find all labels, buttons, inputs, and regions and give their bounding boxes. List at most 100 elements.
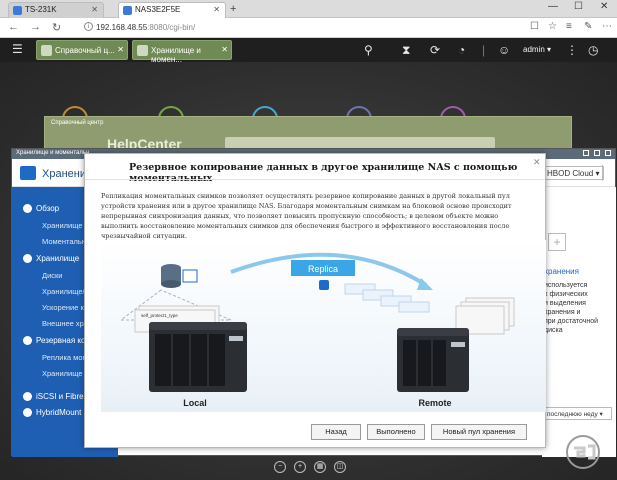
forward-icon[interactable]: → (30, 21, 41, 33)
qnap-favicon-icon (13, 6, 22, 15)
replica-label: Replica (308, 264, 338, 274)
sidebar-item-disks[interactable]: Диски (42, 271, 63, 280)
favorites-star-icon[interactable]: ☆ (548, 21, 557, 32)
sidebar-item-storage[interactable]: Хранилище (36, 254, 79, 263)
done-button[interactable]: Выполнено (367, 424, 425, 440)
watermark-logo (566, 435, 600, 469)
close-dialog-icon[interactable]: ✕ (533, 157, 541, 168)
hub-icon[interactable]: ≡ (566, 21, 572, 32)
close-window-icon[interactable] (605, 150, 611, 156)
add-pool-icon[interactable]: + (548, 233, 566, 251)
cloud-dropdown[interactable]: HBOD Cloud ▾ (542, 166, 605, 180)
sidebar-item-hybridmount[interactable]: HybridMount (36, 408, 81, 417)
right-pane-heading: хранения (544, 267, 579, 276)
right-pane-text: при достаточной (544, 318, 599, 325)
watermark-mark (574, 446, 586, 458)
iscsi-icon (23, 392, 32, 401)
restore-icon[interactable]: ◫ (334, 461, 346, 473)
window-title: Справочный центр (51, 120, 104, 126)
right-info-pane: + хранения используется х физических и в… (542, 187, 616, 457)
zoom-out-icon[interactable]: − (274, 461, 286, 473)
right-pane-text: диска (544, 327, 563, 334)
show-desktop-icon[interactable]: ▦ (314, 461, 326, 473)
browser-tab-ts231k[interactable]: TS-231K ✕ (8, 2, 104, 18)
close-tab-icon[interactable]: ✕ (221, 45, 228, 54)
drive-bay (433, 340, 446, 386)
hybridmount-icon (23, 408, 32, 417)
sync-icon[interactable]: ⟳ (430, 43, 440, 57)
qts-top-bar: ☰ Справочный ц... ✕ Хранилище и момен...… (0, 38, 617, 64)
back-button[interactable]: Назад (311, 424, 361, 440)
remote-nas-icon (397, 328, 469, 336)
site-info-icon[interactable]: i (84, 22, 93, 31)
right-pane-text: используется (544, 282, 588, 289)
dialog-title: Резервное копирование данных в другое хр… (129, 162, 518, 184)
back-icon[interactable]: ← (8, 21, 19, 33)
storage-app-icon (20, 166, 36, 180)
storage-icon (23, 254, 32, 263)
minimize-icon[interactable] (583, 150, 589, 156)
reload-icon[interactable]: ↻ (52, 21, 61, 34)
maximize-icon[interactable] (594, 150, 600, 156)
sidebar-item-overview[interactable]: Обзор (36, 204, 59, 213)
zoom-in-icon[interactable]: + (294, 461, 306, 473)
separator: | (482, 43, 486, 57)
overview-icon (23, 204, 32, 213)
qts-tab-storage[interactable]: Хранилище и момен... ✕ (132, 40, 232, 64)
help-center-icon (41, 45, 52, 56)
sidebar-item-storage-overview[interactable]: Хранилище (42, 221, 83, 230)
more-icon[interactable]: ⋯ (602, 21, 612, 32)
browser-tab-label: NAS3E2F5E (135, 5, 181, 14)
user-menu[interactable]: admin ▾ (523, 45, 551, 54)
menu-icon[interactable]: ☰ (12, 42, 23, 56)
right-pane-text: х физических (544, 291, 588, 298)
address-bar: ← → ↻ i 192.168.48.55:8080/cgi-bin/ ☐ ☆ … (0, 18, 617, 38)
notes-icon[interactable]: ✎ (584, 21, 592, 32)
browser-tab-nas[interactable]: NAS3E2F5E ✕ (118, 2, 226, 18)
qts-tab-help-center[interactable]: Справочный ц... ✕ (36, 40, 128, 60)
nas-display (229, 336, 243, 341)
close-tab-icon[interactable]: ✕ (91, 5, 98, 14)
close-tab-icon[interactable]: ✕ (117, 45, 124, 54)
storage-app-icon (137, 45, 148, 56)
url-path: :8080/cgi-bin/ (147, 23, 196, 32)
snapshot-card (398, 301, 430, 313)
divider (602, 165, 603, 181)
drive-bay (173, 334, 189, 386)
user-icon[interactable]: ☺ (498, 43, 510, 57)
minimize-icon[interactable]: — (548, 1, 558, 12)
maximize-icon[interactable]: ☐ (574, 1, 583, 12)
more-options-icon[interactable]: ⋮ (566, 43, 578, 57)
window-title: Хранилище и моментальн... (16, 150, 95, 156)
dashboard-icon[interactable]: ◷ (588, 43, 598, 57)
background-tasks-icon[interactable]: ⧗ (402, 43, 410, 58)
divider (85, 179, 545, 180)
snapshot-icon (319, 280, 329, 290)
url-field[interactable]: 192.168.48.55:8080/cgi-bin/ (96, 23, 195, 32)
nas-display (451, 342, 465, 347)
remote-label: Remote (418, 398, 451, 408)
pool-label: self_protect1_type (141, 313, 178, 318)
volume-badge-icon (182, 269, 198, 283)
close-tab-icon[interactable]: ✕ (213, 5, 220, 14)
local-label: Local (183, 398, 207, 408)
right-pane-text: и выделения (544, 300, 586, 307)
notifications-icon[interactable]: ◔ (458, 43, 465, 57)
backup-icon (23, 336, 32, 345)
close-window-icon[interactable]: ✕ (600, 1, 608, 12)
new-tab-icon[interactable]: + (230, 3, 236, 15)
browser-tab-label: TS-231K (25, 5, 57, 14)
dialog-description: Репликация моментальных снимков позволяе… (101, 192, 512, 240)
url-host: 192.168.48.55 (96, 23, 148, 32)
replication-diagram: Replica self_protect1_type Local Remote (119, 252, 515, 408)
time-range-select[interactable]: последнюю неду ▾ (544, 407, 612, 420)
qts-tab-label: Справочный ц... (55, 46, 115, 55)
local-nas-icon (149, 322, 247, 330)
browser-tab-bar: TS-231K ✕ NAS3E2F5E ✕ + — ☐ ✕ (0, 0, 617, 18)
search-icon[interactable]: ⚲ (364, 43, 373, 57)
drive-bay (418, 340, 431, 386)
new-pool-button[interactable]: Новый пул хранения (431, 424, 527, 440)
drive-bay (155, 334, 171, 386)
reading-view-icon[interactable]: ☐ (530, 21, 539, 32)
drive-bay (403, 340, 416, 386)
